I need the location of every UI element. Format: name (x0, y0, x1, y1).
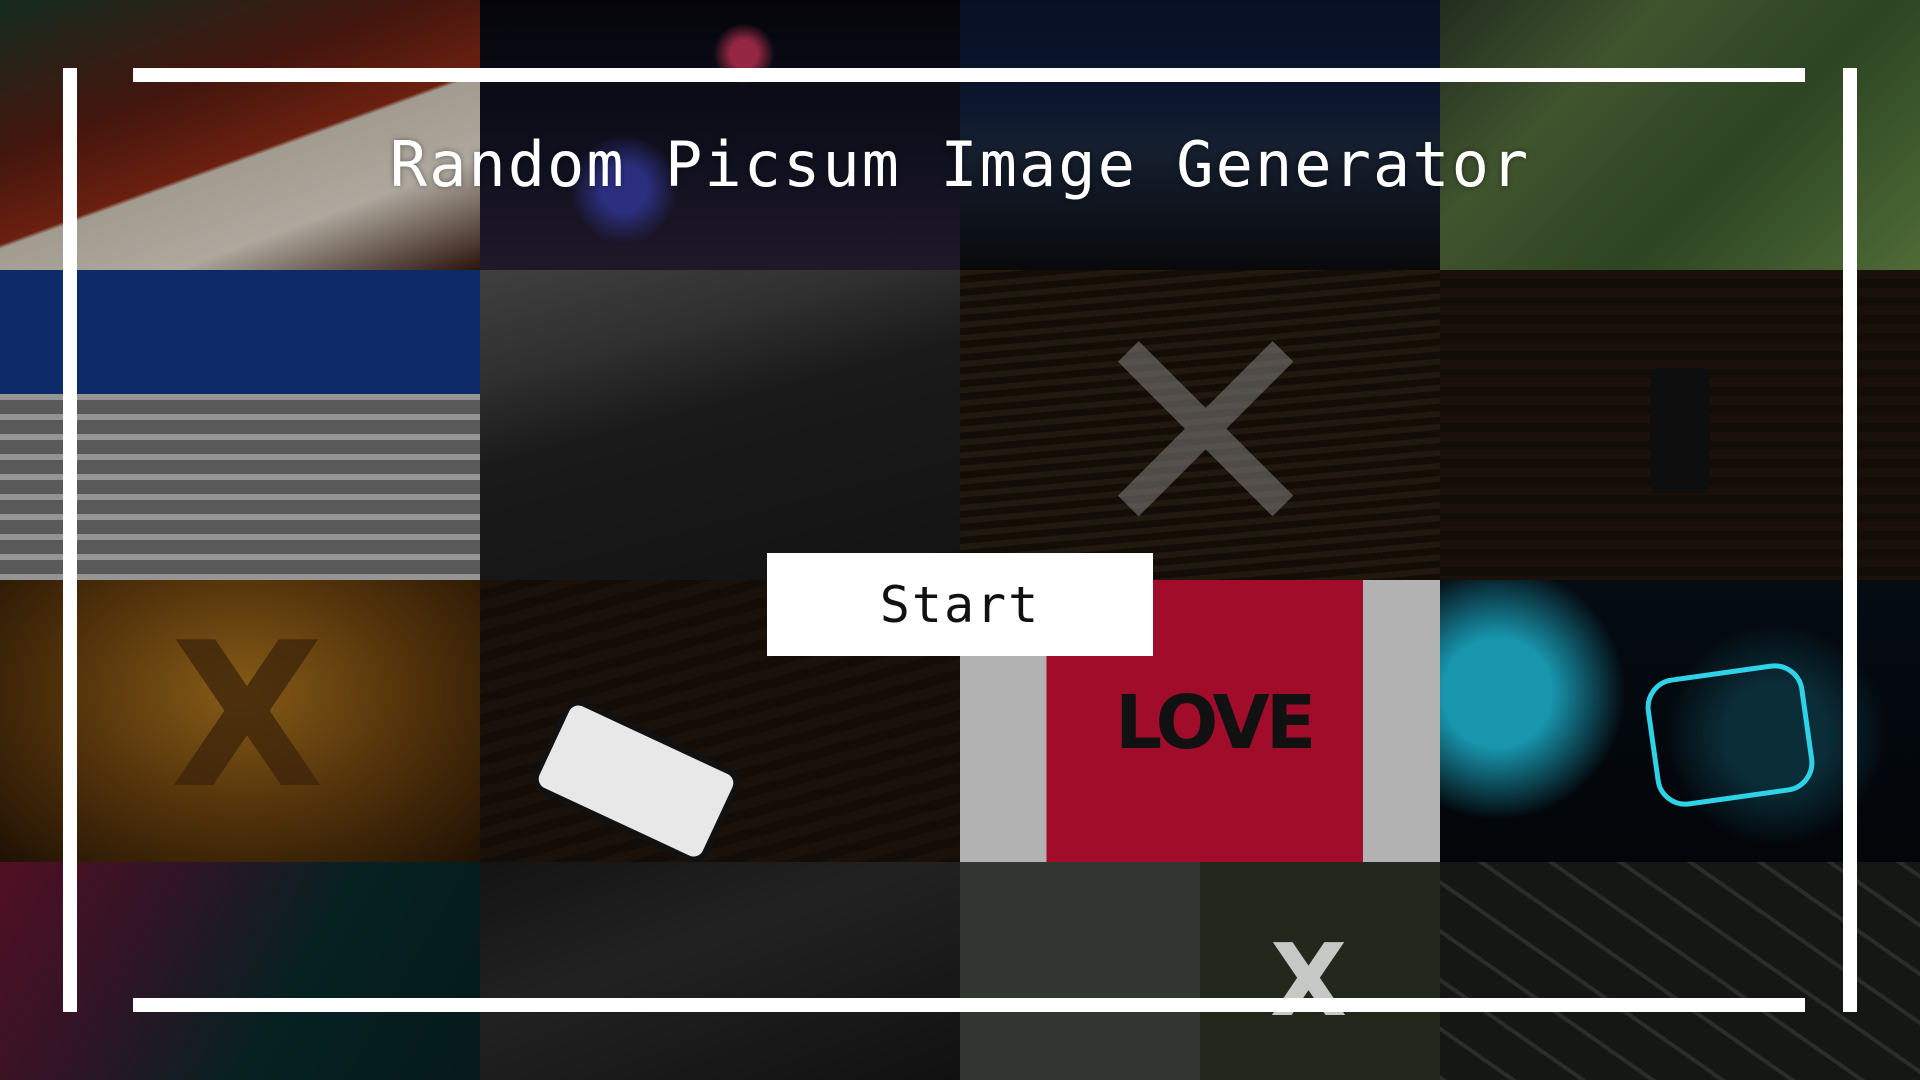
x-mark-icon: X (1270, 922, 1348, 1039)
tree-x-image: X (960, 862, 1440, 1080)
frame-bottom-border (133, 998, 1805, 1012)
x-mark-icon: ✕ (1080, 270, 1332, 580)
frame-right-border (1843, 68, 1857, 1012)
phone-icon (1650, 368, 1710, 493)
frame-top-border (133, 68, 1805, 82)
wood-x-image: ✕ (960, 270, 1440, 580)
frame-left-border (63, 68, 77, 1012)
church-hillside-image (480, 270, 960, 580)
x-mark-icon: X (170, 600, 325, 833)
love-card-icon: LOVE (1115, 680, 1316, 766)
app-stage: ✕ X LOVE X Random Picsum Image Generator… (0, 0, 1920, 1080)
neon-face-icon (1641, 659, 1819, 811)
car-phone-image (480, 862, 960, 1080)
page-title: Random Picsum Image Generator (389, 128, 1531, 201)
start-button[interactable]: Start (767, 553, 1153, 656)
